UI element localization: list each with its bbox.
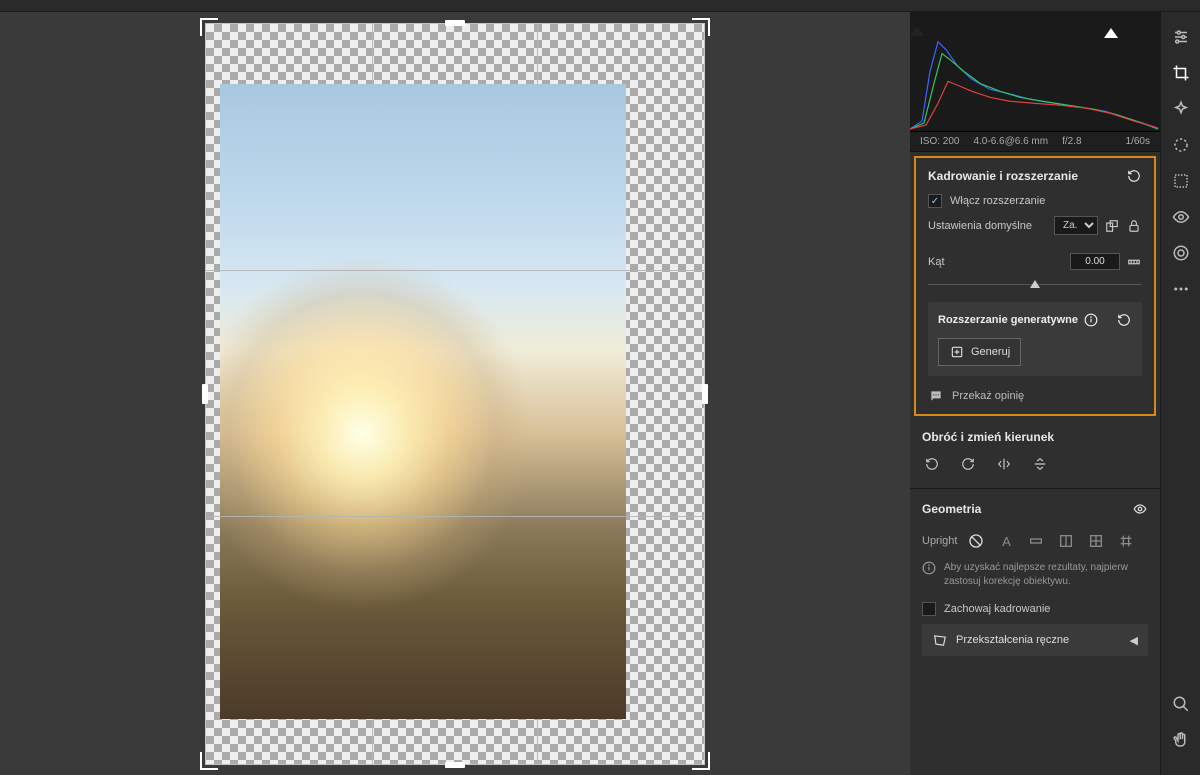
side-toolbar bbox=[1160, 12, 1200, 775]
chat-icon bbox=[928, 388, 944, 404]
exif-lens: 4.0-6.6@6.6 mm bbox=[973, 136, 1048, 147]
crop-handle-top-left[interactable] bbox=[200, 18, 218, 36]
straighten-icon[interactable] bbox=[1126, 254, 1142, 270]
redeye-icon[interactable] bbox=[1170, 170, 1192, 192]
crop-handle-top-right[interactable] bbox=[692, 18, 710, 36]
shadow-clip-indicator[interactable] bbox=[910, 26, 924, 36]
geometry-panel: Geometria Upright A bbox=[910, 491, 1160, 666]
photo-content bbox=[220, 84, 626, 719]
app-topbar bbox=[0, 0, 1200, 12]
exif-aperture: f/2.8 bbox=[1062, 136, 1081, 147]
upright-guided-icon[interactable] bbox=[1115, 531, 1137, 551]
crop-panel-title: Kadrowanie i rozszerzanie bbox=[928, 169, 1078, 183]
hand-icon[interactable] bbox=[1170, 729, 1192, 751]
exif-iso: ISO: 200 bbox=[920, 136, 959, 147]
heal-icon[interactable] bbox=[1170, 98, 1192, 120]
angle-slider[interactable] bbox=[928, 274, 1142, 294]
presets-icon[interactable] bbox=[1170, 242, 1192, 264]
crop-frame[interactable] bbox=[206, 24, 704, 764]
reset-crop-icon[interactable] bbox=[1126, 168, 1142, 184]
angle-label: Kąt bbox=[928, 256, 945, 268]
crop-tool-icon[interactable] bbox=[1170, 62, 1192, 84]
angle-slider-thumb[interactable] bbox=[1030, 280, 1040, 288]
exif-bar: ISO: 200 4.0-6.6@6.6 mm f/2.8 1/60s bbox=[910, 132, 1160, 152]
histogram[interactable] bbox=[910, 12, 1160, 132]
feedback-label: Przekaż opinię bbox=[952, 390, 1024, 402]
expand-toggle-label: Włącz rozszerzanie bbox=[950, 195, 1045, 207]
transform-icon bbox=[932, 632, 948, 648]
crop-handle-top-mid[interactable] bbox=[445, 20, 465, 26]
zoom-icon[interactable] bbox=[1170, 693, 1192, 715]
upright-vertical-icon[interactable] bbox=[1055, 531, 1077, 551]
generative-expand-box: Rozszerzanie generatywne Generuj bbox=[928, 302, 1142, 376]
keep-crop-label: Zachowaj kadrowanie bbox=[944, 603, 1050, 615]
upright-level-icon[interactable] bbox=[1025, 531, 1047, 551]
feedback-link[interactable]: Przekaż opinię bbox=[928, 388, 1142, 404]
crop-handle-bottom-right[interactable] bbox=[692, 752, 710, 770]
histogram-curves bbox=[910, 12, 1160, 131]
eye-icon[interactable] bbox=[1132, 501, 1148, 517]
keep-crop-checkbox[interactable]: ✓ bbox=[922, 602, 936, 616]
geometry-title: Geometria bbox=[922, 502, 981, 516]
aspect-lock-icon[interactable] bbox=[1126, 218, 1142, 234]
generate-button-label: Generuj bbox=[971, 346, 1010, 358]
canvas-area bbox=[0, 12, 910, 775]
sliders-icon[interactable] bbox=[1170, 26, 1192, 48]
crop-handle-right-mid[interactable] bbox=[702, 384, 708, 404]
exif-shutter: 1/60s bbox=[1126, 136, 1150, 147]
upright-full-icon[interactable] bbox=[1085, 531, 1107, 551]
crop-handle-bottom-left[interactable] bbox=[200, 752, 218, 770]
right-panel: ISO: 200 4.0-6.6@6.6 mm f/2.8 1/60s Kadr… bbox=[910, 12, 1160, 775]
crop-handle-bottom-mid[interactable] bbox=[445, 762, 465, 768]
expand-checkbox[interactable]: ✓ bbox=[928, 194, 942, 208]
flip-vertical-icon[interactable] bbox=[1030, 454, 1050, 474]
crop-expand-panel: Kadrowanie i rozszerzanie ✓ Włącz rozsze… bbox=[914, 156, 1156, 416]
sparkle-icon bbox=[949, 344, 965, 360]
flip-horizontal-icon[interactable] bbox=[994, 454, 1014, 474]
generative-title: Rozszerzanie generatywne bbox=[938, 314, 1078, 326]
rotate-panel-title: Obróć i zmień kierunek bbox=[922, 430, 1054, 444]
angle-input[interactable] bbox=[1070, 253, 1120, 270]
more-icon[interactable] bbox=[1170, 278, 1192, 300]
rotate-ccw-icon[interactable] bbox=[922, 454, 942, 474]
aspect-swap-icon[interactable] bbox=[1104, 218, 1120, 234]
reset-generative-icon[interactable] bbox=[1116, 312, 1132, 328]
upright-label: Upright bbox=[922, 535, 957, 547]
crop-handle-left-mid[interactable] bbox=[202, 384, 208, 404]
info-icon[interactable] bbox=[1084, 313, 1098, 327]
upright-off-icon[interactable] bbox=[965, 531, 987, 551]
mask-icon[interactable] bbox=[1170, 134, 1192, 156]
preset-select[interactable]: Za... bbox=[1054, 216, 1098, 235]
highlight-clip-indicator[interactable] bbox=[1104, 28, 1118, 38]
rotate-panel: Obróć i zmień kierunek bbox=[910, 420, 1160, 486]
upright-auto-icon[interactable]: A bbox=[995, 531, 1017, 551]
manual-transform-row[interactable]: Przekształcenia ręczne ◀ bbox=[922, 624, 1148, 656]
info-icon bbox=[922, 561, 936, 575]
chevron-left-icon: ◀ bbox=[1130, 634, 1138, 647]
manual-transform-label: Przekształcenia ręczne bbox=[956, 634, 1069, 646]
rotate-cw-icon[interactable] bbox=[958, 454, 978, 474]
preset-label: Ustawienia domyślne bbox=[928, 220, 1032, 232]
generate-button[interactable]: Generuj bbox=[938, 338, 1021, 366]
preview-icon[interactable] bbox=[1170, 206, 1192, 228]
geometry-tip: Aby uzyskać najlepsze rezultaty, najpier… bbox=[944, 561, 1148, 588]
